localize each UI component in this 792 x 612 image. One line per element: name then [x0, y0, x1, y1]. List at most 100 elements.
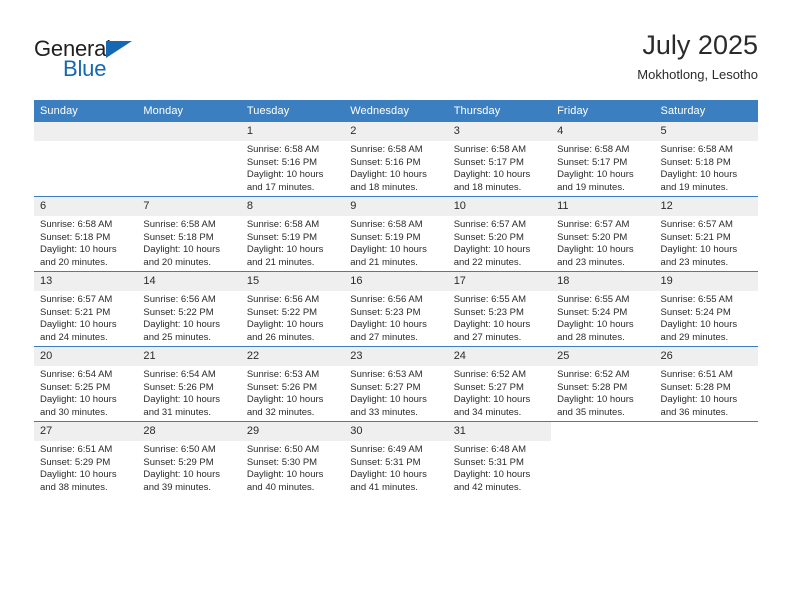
calendar-cell-empty — [137, 122, 241, 197]
calendar-day-cell[interactable]: 24 Sunrise: 6:52 AM Sunset: 5:27 PM Dayligh… — [447, 346, 552, 422]
weekday-header-friday: Friday — [551, 100, 655, 122]
sunset-text: Sunset: 5:31 PM — [453, 456, 524, 468]
calendar-day-cell[interactable]: 11 Sunrise: 6:57 AM Sunset: 5:20 PM Dayligh… — [551, 196, 655, 272]
calendar-day-cell[interactable]: 10 Sunrise: 6:57 AM Sunset: 5:20 PM Dayligh… — [447, 196, 552, 272]
daylight-text: Daylight: 10 hours and 18 minutes. — [350, 169, 427, 193]
calendar-week-row: 6 Sunrise: 6:58 AM Sunset: 5:18 PM Daylight… — [34, 196, 758, 272]
day-details: Sunrise: 6:54 AM Sunset: 5:26 PM Daylight:… — [137, 366, 240, 419]
daylight-text: Daylight: 10 hours and 36 minutes. — [660, 394, 738, 418]
calendar-day-cell[interactable]: 23 Sunrise: 6:53 AM Sunset: 5:27 PM Dayligh… — [344, 346, 448, 422]
day-number: 22 — [240, 347, 345, 366]
sunrise-text: Sunrise: 6:58 AM — [350, 219, 423, 230]
calendar-day-cell[interactable]: 12 Sunrise: 6:57 AM Sunset: 5:21 PM Dayligh… — [654, 196, 758, 272]
sunset-text: Sunset: 5:20 PM — [453, 231, 524, 243]
sunset-text: Sunset: 5:21 PM — [660, 231, 731, 243]
day-details: Sunrise: 6:48 AM Sunset: 5:31 PM Daylight:… — [448, 441, 551, 494]
calendar-day-cell[interactable]: 5 Sunrise: 6:58 AM Sunset: 5:18 PM Daylight… — [654, 122, 758, 197]
day-number — [551, 422, 654, 441]
calendar-day-cell[interactable]: 26 Sunrise: 6:51 AM Sunset: 5:28 PM Dayligh… — [654, 346, 758, 422]
day-details: Sunrise: 6:53 AM Sunset: 5:26 PM Daylight:… — [241, 366, 344, 419]
day-number — [34, 122, 138, 141]
page-title: July 2025 — [642, 30, 758, 60]
sunset-text: Sunset: 5:22 PM — [143, 306, 214, 318]
calendar-day-cell[interactable]: 19 Sunrise: 6:55 AM Sunset: 5:24 PM Dayligh… — [654, 271, 758, 347]
calendar-day-cell[interactable]: 29 Sunrise: 6:50 AM Sunset: 5:30 PM Dayligh… — [240, 421, 345, 496]
calendar-day-cell[interactable]: 27 Sunrise: 6:51 AM Sunset: 5:29 PM Dayligh… — [34, 421, 138, 496]
calendar-day-cell[interactable]: 1 Sunrise: 6:58 AM Sunset: 5:16 PM Daylight… — [240, 122, 345, 197]
day-details: Sunrise: 6:50 AM Sunset: 5:29 PM Daylight:… — [137, 441, 240, 494]
day-number: 16 — [344, 272, 448, 291]
weekday-header-row: Sunday Monday Tuesday Wednesday Thursday Frid… — [34, 100, 758, 122]
page-location: Mokhotlong, Lesotho — [637, 67, 758, 82]
day-number: 5 — [654, 122, 758, 141]
day-details: Sunrise: 6:56 AM Sunset: 5:22 PM Daylight:… — [137, 291, 240, 344]
day-number: 3 — [447, 122, 552, 141]
sunrise-text: Sunrise: 6:52 AM — [453, 369, 527, 380]
daylight-text: Daylight: 10 hours and 28 minutes. — [557, 319, 634, 343]
calendar-day-cell[interactable]: 30 Sunrise: 6:49 AM Sunset: 5:31 PM Dayligh… — [344, 421, 448, 496]
sunset-text: Sunset: 5:17 PM — [453, 156, 524, 168]
general-blue-logo[interactable]: General Blue — [34, 30, 154, 84]
daylight-text: Daylight: 10 hours and 21 minutes. — [350, 244, 427, 268]
calendar-day-cell[interactable]: 18 Sunrise: 6:55 AM Sunset: 5:24 PM Dayligh… — [551, 271, 655, 347]
sunrise-text: Sunrise: 6:58 AM — [660, 144, 733, 155]
calendar-day-cell[interactable]: 8 Sunrise: 6:58 AM Sunset: 5:19 PM Daylight… — [240, 196, 345, 272]
calendar-day-cell[interactable]: 14 Sunrise: 6:56 AM Sunset: 5:22 PM Dayligh… — [137, 271, 241, 347]
daylight-text: Daylight: 10 hours and 17 minutes. — [246, 169, 324, 193]
sunrise-text: Sunrise: 6:51 AM — [40, 444, 113, 455]
calendar-day-cell[interactable]: 16 Sunrise: 6:56 AM Sunset: 5:23 PM Dayligh… — [344, 271, 448, 347]
calendar-week-row: 20 Sunrise: 6:54 AM Sunset: 5:25 PM Dayligh… — [34, 346, 758, 422]
calendar-day-cell[interactable]: 7 Sunrise: 6:58 AM Sunset: 5:18 PM Daylight… — [137, 196, 241, 272]
calendar-day-cell[interactable]: 22 Sunrise: 6:53 AM Sunset: 5:26 PM Dayligh… — [240, 346, 345, 422]
calendar-day-cell[interactable]: 4 Sunrise: 6:58 AM Sunset: 5:17 PM Daylight… — [551, 122, 655, 197]
day-details: Sunrise: 6:58 AM Sunset: 5:17 PM Daylight:… — [448, 141, 551, 194]
day-number: 24 — [447, 347, 552, 366]
sunset-text: Sunset: 5:20 PM — [557, 231, 628, 243]
calendar-cell-empty — [654, 421, 758, 496]
calendar-day-cell[interactable]: 17 Sunrise: 6:55 AM Sunset: 5:23 PM Dayligh… — [447, 271, 552, 347]
weekday-header-tuesday: Tuesday — [240, 100, 345, 122]
sunrise-text: Sunrise: 6:57 AM — [40, 294, 113, 305]
sunrise-text: Sunrise: 6:55 AM — [557, 294, 630, 305]
day-details: Sunrise: 6:52 AM Sunset: 5:28 PM Daylight:… — [551, 366, 654, 419]
calendar-day-cell[interactable]: 31 Sunrise: 6:48 AM Sunset: 5:31 PM Dayligh… — [447, 421, 552, 496]
day-details: Sunrise: 6:56 AM Sunset: 5:22 PM Daylight:… — [241, 291, 344, 344]
sunrise-text: Sunrise: 6:57 AM — [660, 219, 733, 230]
daylight-text: Daylight: 10 hours and 27 minutes. — [350, 319, 427, 343]
day-number: 28 — [137, 422, 241, 441]
calendar-day-cell[interactable]: 28 Sunrise: 6:50 AM Sunset: 5:29 PM Dayligh… — [137, 421, 241, 496]
calendar-page: General Blue July 2025 Mokhotlong, Lesot… — [0, 0, 792, 612]
sunset-text: Sunset: 5:23 PM — [350, 306, 421, 318]
calendar-day-cell[interactable]: 20 Sunrise: 6:54 AM Sunset: 5:25 PM Dayligh… — [34, 346, 138, 422]
calendar-day-cell[interactable]: 21 Sunrise: 6:54 AM Sunset: 5:26 PM Dayligh… — [137, 346, 241, 422]
day-details: Sunrise: 6:57 AM Sunset: 5:20 PM Daylight:… — [551, 216, 654, 269]
daylight-text: Daylight: 10 hours and 20 minutes. — [40, 244, 117, 268]
day-number: 31 — [447, 422, 552, 441]
calendar-day-cell[interactable]: 2 Sunrise: 6:58 AM Sunset: 5:16 PM Daylight… — [344, 122, 448, 197]
calendar-day-cell[interactable]: 3 Sunrise: 6:58 AM Sunset: 5:17 PM Daylight… — [447, 122, 552, 197]
calendar-day-cell[interactable]: 15 Sunrise: 6:56 AM Sunset: 5:22 PM Dayligh… — [240, 271, 345, 347]
calendar-day-cell[interactable]: 6 Sunrise: 6:58 AM Sunset: 5:18 PM Daylight… — [34, 196, 138, 272]
day-number: 4 — [551, 122, 655, 141]
weekday-header-sunday: Sunday — [34, 100, 138, 122]
day-number: 13 — [34, 272, 138, 291]
daylight-text: Daylight: 10 hours and 26 minutes. — [246, 319, 324, 343]
daylight-text: Daylight: 10 hours and 40 minutes. — [246, 469, 324, 493]
sunrise-text: Sunrise: 6:49 AM — [350, 444, 423, 455]
calendar-day-cell[interactable]: 25 Sunrise: 6:52 AM Sunset: 5:28 PM Dayligh… — [551, 346, 655, 422]
calendar-week-row: 1 Sunrise: 6:58 AM Sunset: 5:16 PM Daylight… — [34, 122, 758, 197]
day-number: 9 — [344, 197, 448, 216]
sunrise-text: Sunrise: 6:53 AM — [246, 369, 320, 380]
day-details: Sunrise: 6:52 AM Sunset: 5:27 PM Daylight:… — [448, 366, 551, 419]
sunset-text: Sunset: 5:26 PM — [143, 381, 214, 393]
calendar-day-cell[interactable]: 9 Sunrise: 6:58 AM Sunset: 5:19 PM Daylight… — [344, 196, 448, 272]
daylight-text: Daylight: 10 hours and 24 minutes. — [40, 319, 117, 343]
daylight-text: Daylight: 10 hours and 29 minutes. — [660, 319, 738, 343]
calendar-day-cell[interactable]: 13 Sunrise: 6:57 AM Sunset: 5:21 PM Dayligh… — [34, 271, 138, 347]
daylight-text: Daylight: 10 hours and 19 minutes. — [660, 169, 738, 193]
sunrise-text: Sunrise: 6:50 AM — [143, 444, 216, 455]
daylight-text: Daylight: 10 hours and 32 minutes. — [246, 394, 324, 418]
day-number: 23 — [344, 347, 448, 366]
daylight-text: Daylight: 10 hours and 42 minutes. — [453, 469, 531, 493]
sunrise-text: Sunrise: 6:53 AM — [350, 369, 423, 380]
